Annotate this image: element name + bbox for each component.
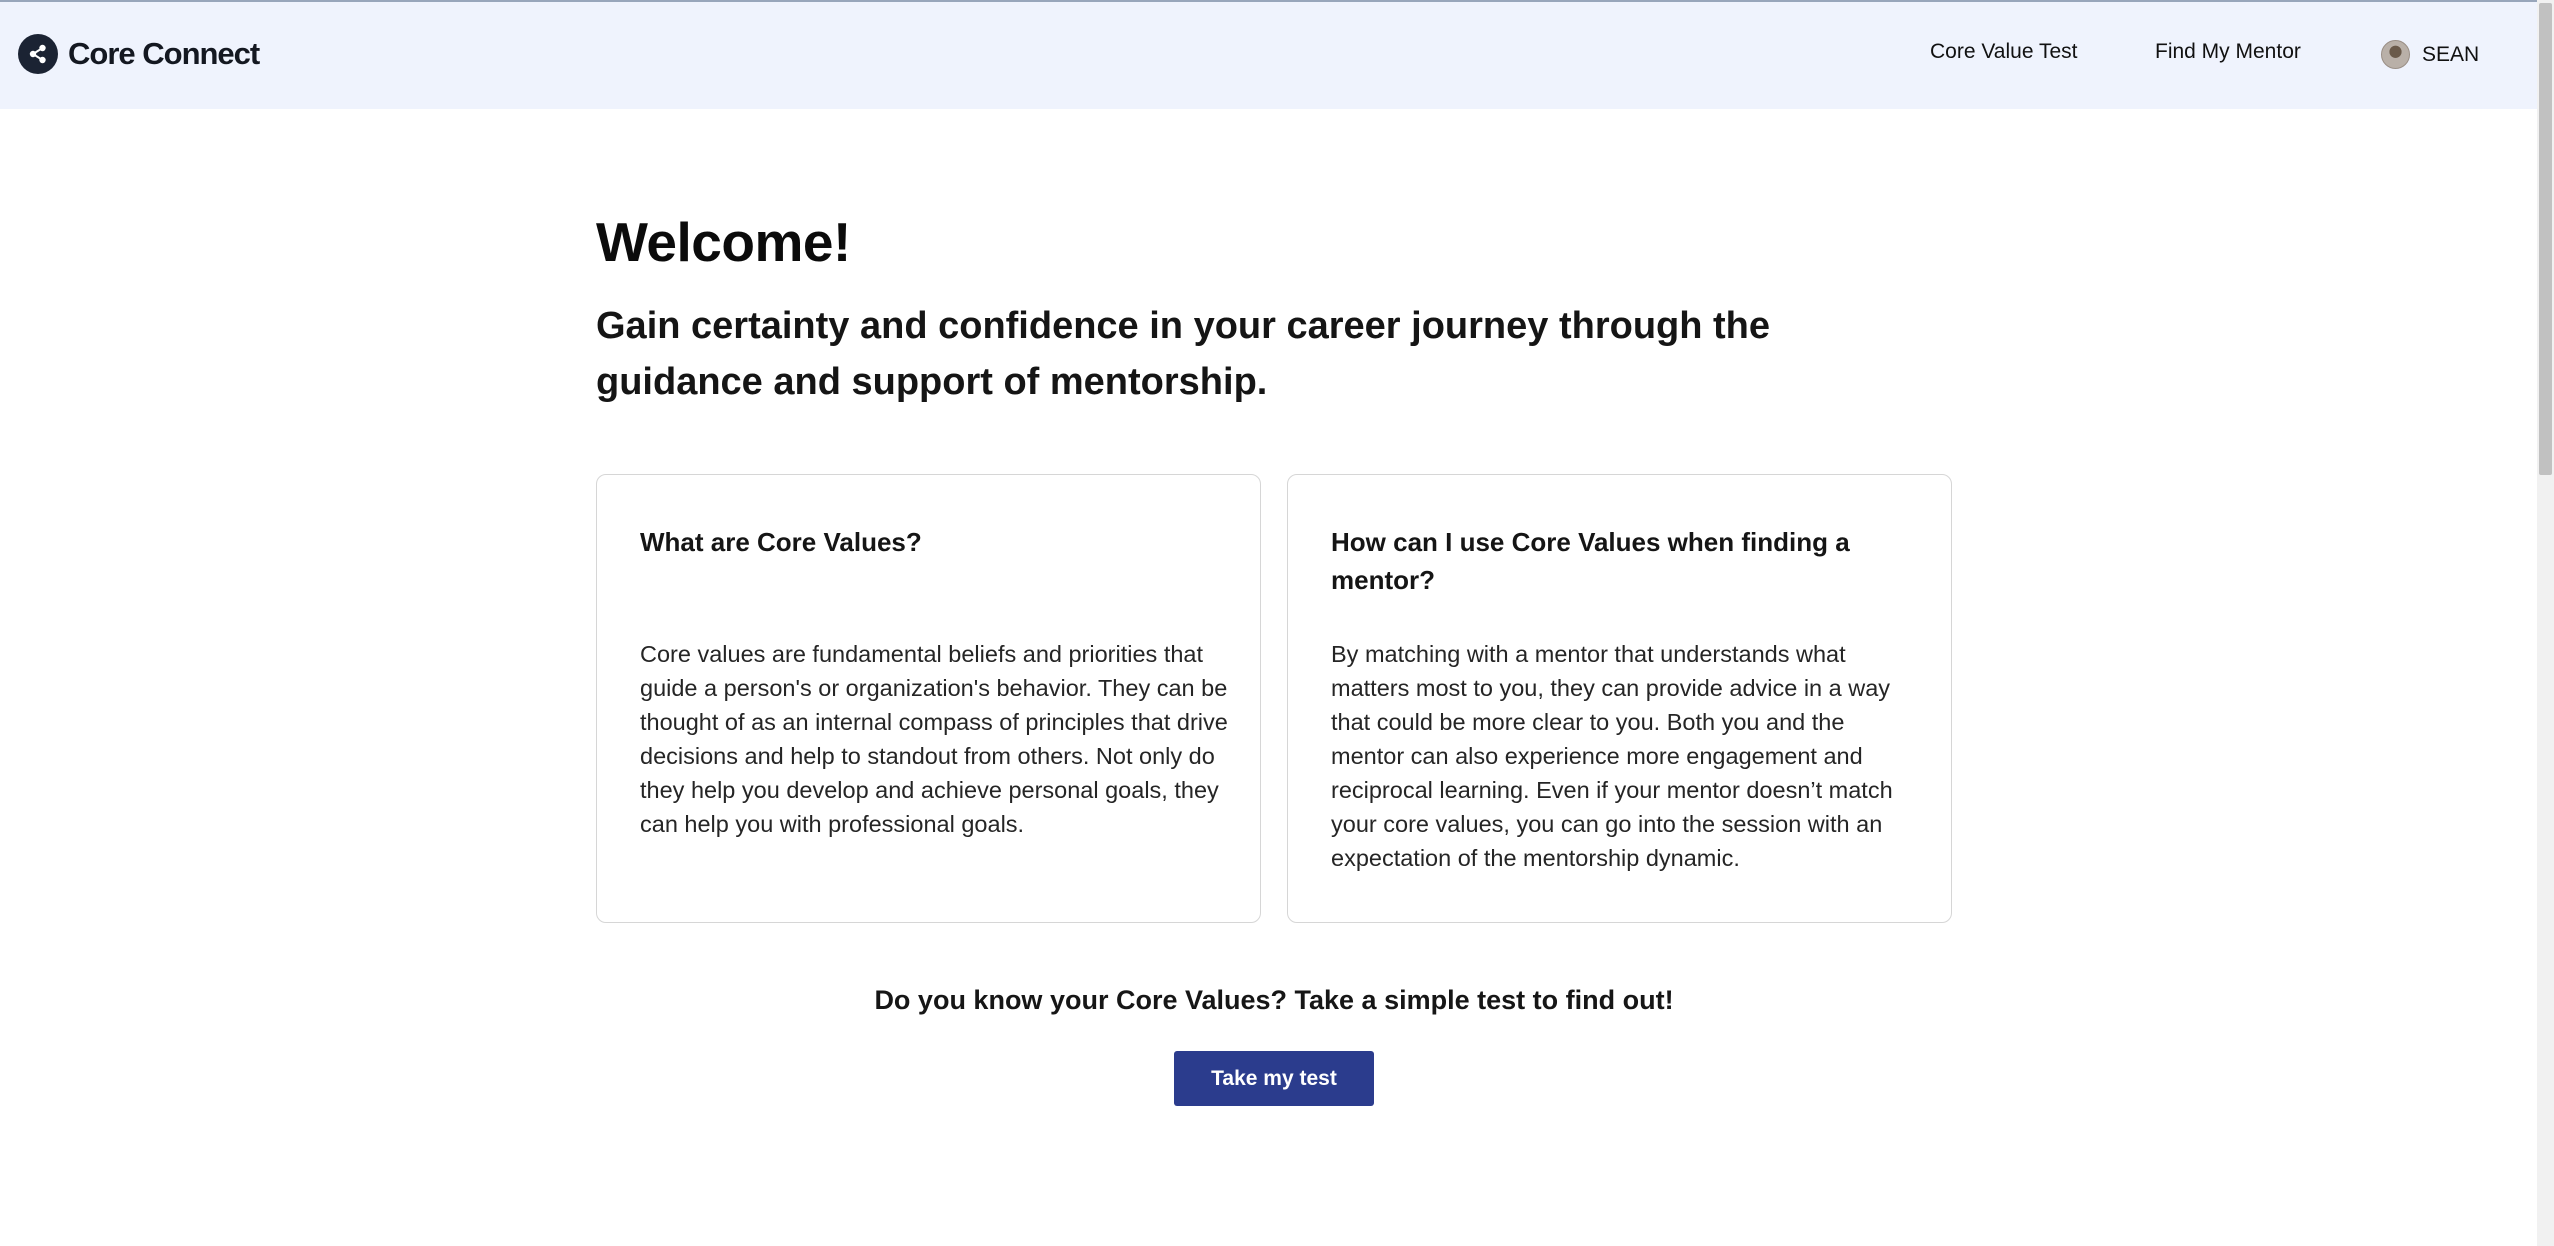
page-title: Welcome!	[596, 211, 851, 273]
card-how-to-use-core-values: How can I use Core Values when finding a…	[1287, 474, 1952, 923]
card-what-are-core-values: What are Core Values? Core values are fu…	[596, 474, 1261, 923]
brand-link[interactable]: Core Connect	[18, 34, 260, 74]
top-navbar: Core Connect Core Value Test Find My Men…	[0, 0, 2537, 109]
card-title: How can I use Core Values when finding a…	[1331, 527, 1850, 595]
nav-find-my-mentor[interactable]: Find My Mentor	[2155, 40, 2301, 64]
page: Core Connect Core Value Test Find My Men…	[0, 0, 2554, 1246]
take-my-test-button[interactable]: Take my test	[1174, 1051, 1374, 1106]
cta-prompt: Do you know your Core Values? Take a sim…	[874, 985, 1674, 1015]
page-subtitle: Gain certainty and confidence in your ca…	[596, 305, 1771, 403]
share-icon	[18, 34, 58, 74]
card-title: What are Core Values?	[640, 527, 922, 557]
user-menu[interactable]: SEAN	[2381, 40, 2479, 69]
card-body: Core values are fundamental beliefs and …	[640, 641, 1228, 837]
nav-core-value-test[interactable]: Core Value Test	[1930, 40, 2077, 64]
card-body: By matching with a mentor that understan…	[1331, 641, 1893, 871]
user-name: SEAN	[2422, 42, 2480, 66]
brand-name: Core Connect	[68, 36, 260, 71]
avatar	[2381, 40, 2410, 69]
scrollbar-thumb[interactable]	[2539, 3, 2552, 475]
